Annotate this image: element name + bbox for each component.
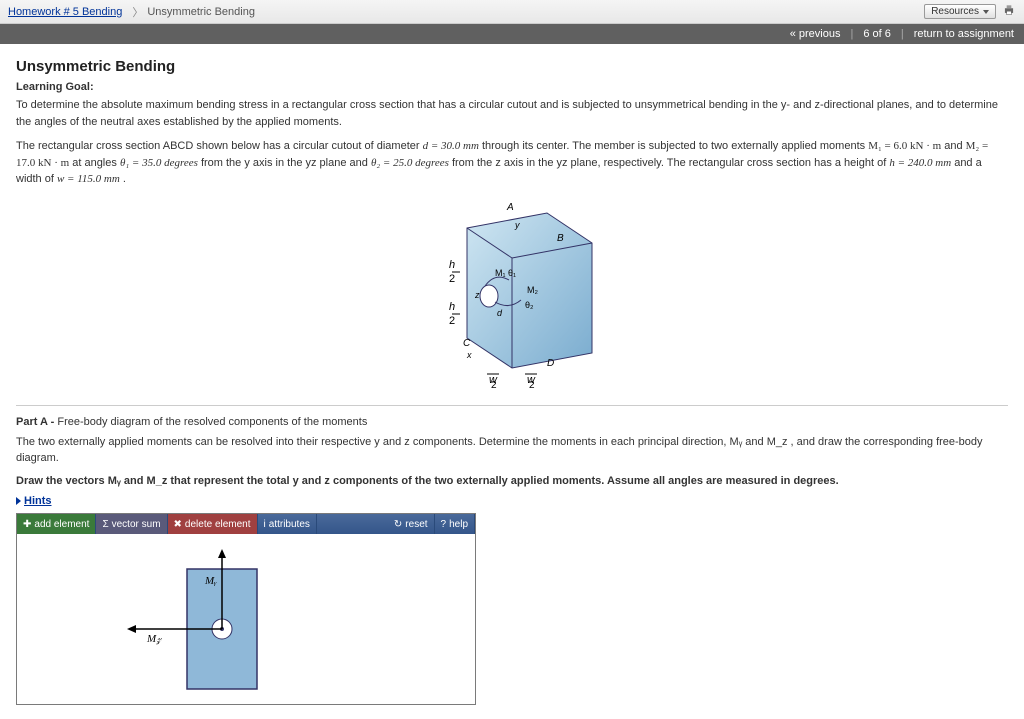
print-icon[interactable] bbox=[1002, 3, 1016, 20]
svg-text:y: y bbox=[514, 220, 520, 230]
help-icon: ? bbox=[441, 519, 447, 530]
caret-down-icon bbox=[983, 10, 989, 14]
x-icon: ✖ bbox=[174, 519, 182, 530]
vector-toolbar: ✚add element Σvector sum ✖delete element… bbox=[17, 514, 475, 534]
resources-label: Resources bbox=[931, 6, 979, 17]
breadcrumb-parent[interactable]: Homework # 5 Bending bbox=[8, 6, 122, 18]
svg-text:C: C bbox=[463, 338, 471, 349]
svg-text:x: x bbox=[466, 350, 472, 360]
svg-text:h: h bbox=[449, 259, 455, 271]
sigma-icon: Σ bbox=[102, 519, 108, 530]
add-element-button[interactable]: ✚add element bbox=[17, 514, 96, 534]
plus-icon: ✚ bbox=[23, 519, 31, 530]
reset-icon: ↻ bbox=[394, 519, 402, 530]
breadcrumb-current: Unsymmetric Bending bbox=[147, 6, 255, 18]
nav-return[interactable]: return to assignment bbox=[914, 28, 1014, 40]
nav-counter: 6 of 6 bbox=[863, 28, 891, 40]
delete-element-button[interactable]: ✖delete element bbox=[168, 514, 258, 534]
nav-previous[interactable]: « previous bbox=[790, 28, 841, 40]
learning-goal-label: Learning Goal: bbox=[16, 81, 1008, 93]
attributes-button[interactable]: iattributes bbox=[258, 514, 317, 534]
part-a-title: Part A - Free-body diagram of the resolv… bbox=[16, 416, 1008, 428]
vector-sum-button[interactable]: Σvector sum bbox=[96, 514, 167, 534]
nav-sep2: | bbox=[901, 28, 904, 40]
svg-text:h: h bbox=[449, 301, 455, 313]
svg-text:M₂: M₂ bbox=[527, 285, 538, 295]
nav-bar: « previous | 6 of 6 | return to assignme… bbox=[0, 24, 1024, 44]
reset-button[interactable]: ↻reset bbox=[388, 514, 435, 534]
page-title: Unsymmetric Bending bbox=[16, 58, 1008, 75]
hints-toggle[interactable]: Hints bbox=[16, 495, 52, 507]
part-a-text1: The two externally applied moments can b… bbox=[16, 434, 1008, 467]
nav-sep: | bbox=[850, 28, 853, 40]
svg-text:D: D bbox=[547, 358, 554, 369]
svg-text:M₁ θ₁: M₁ θ₁ bbox=[495, 268, 516, 278]
triangle-right-icon bbox=[16, 497, 21, 505]
main-content: Unsymmetric Bending Learning Goal: To de… bbox=[0, 44, 1024, 719]
svg-text:Mᵧ: Mᵧ bbox=[204, 575, 217, 587]
resources-button[interactable]: Resources bbox=[924, 4, 996, 19]
svg-text:M𝓏: M𝓏 bbox=[146, 633, 162, 645]
top-bar: Homework # 5 Bending 〉 Unsymmetric Bendi… bbox=[0, 0, 1024, 24]
cross-section-figure: A B C D y z x h 2 h 2 w 2 w 2 M₁ θ₁ M₂ θ… bbox=[16, 198, 1008, 391]
svg-text:2: 2 bbox=[449, 273, 455, 285]
learning-goal-text: To determine the absolute maximum bendin… bbox=[16, 97, 1008, 130]
svg-text:θ₂: θ₂ bbox=[525, 300, 534, 310]
svg-text:2: 2 bbox=[449, 315, 455, 327]
vector-tool: ✚add element Σvector sum ✖delete element… bbox=[16, 513, 476, 705]
part-a-text2: Draw the vectors Mᵧ and M_z that represe… bbox=[16, 473, 1008, 490]
svg-text:A: A bbox=[506, 202, 514, 213]
svg-text:2: 2 bbox=[491, 380, 497, 388]
divider bbox=[16, 405, 1008, 406]
info-icon: i bbox=[264, 519, 266, 530]
svg-text:z: z bbox=[474, 290, 480, 300]
svg-text:B: B bbox=[557, 233, 564, 244]
vector-canvas[interactable]: Mᵧ M𝓏 bbox=[17, 534, 475, 704]
help-button[interactable]: ?help bbox=[435, 514, 475, 534]
chevron-right-icon: 〉 bbox=[132, 4, 143, 20]
problem-statement: The rectangular cross section ABCD shown… bbox=[16, 138, 1008, 188]
svg-text:2: 2 bbox=[529, 380, 535, 388]
